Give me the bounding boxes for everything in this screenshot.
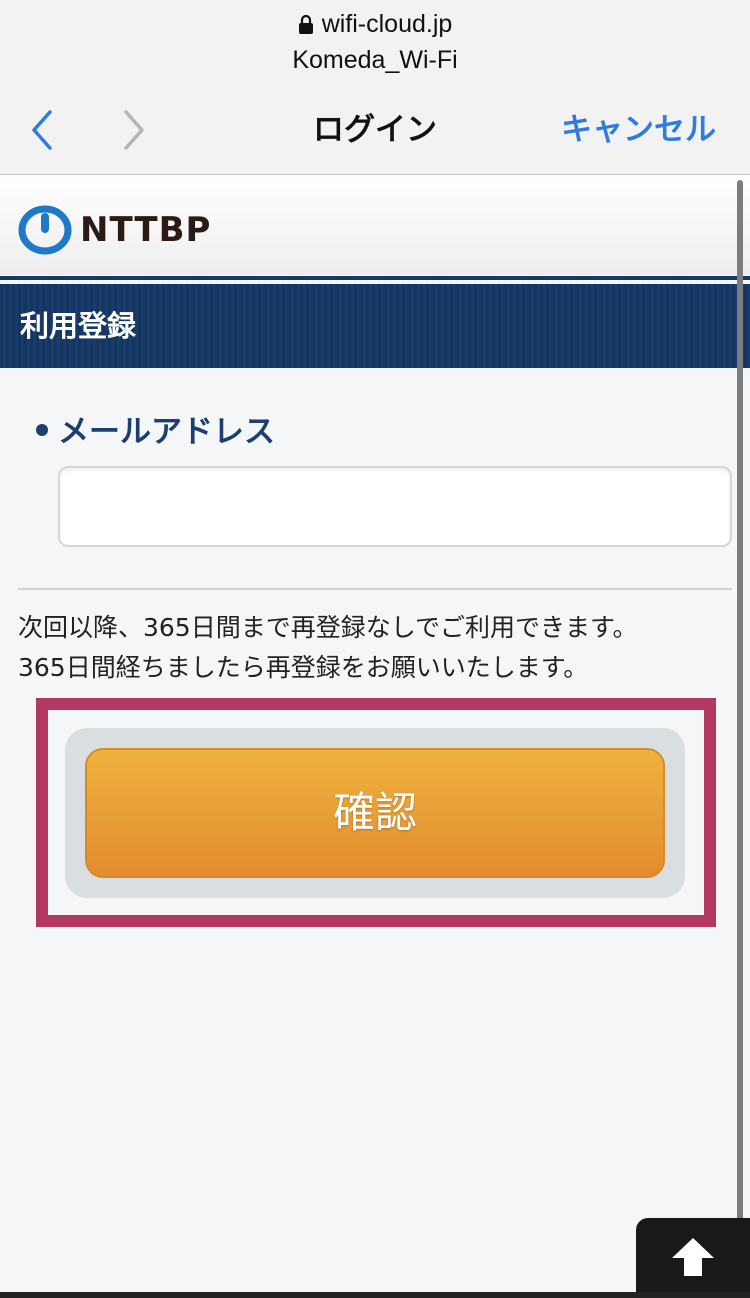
confirm-button[interactable]: 確認	[85, 748, 665, 878]
email-label: メールアドレス	[36, 408, 275, 456]
lock-icon	[298, 14, 313, 34]
ssid-text: Komeda_Wi-Fi	[292, 46, 458, 74]
email-input[interactable]	[58, 466, 732, 547]
header-divider	[0, 276, 750, 280]
section-title: 利用登録	[20, 309, 137, 343]
section-header: 利用登録	[0, 284, 750, 368]
bullet-icon	[36, 424, 48, 436]
logo-header: NTTBP	[0, 175, 750, 275]
browser-header: wifi-cloud.jp Komeda_Wi-Fi ログイン キャンセル	[0, 0, 750, 175]
url-bar[interactable]: wifi-cloud.jp	[0, 6, 750, 42]
scroll-to-top-button[interactable]	[636, 1218, 750, 1298]
cancel-button[interactable]: キャンセル	[561, 104, 716, 156]
email-label-text: メールアドレス	[58, 414, 275, 450]
divider	[18, 588, 732, 590]
arrow-up-icon	[672, 1238, 714, 1276]
notice-line-1: 次回以降、365日間まで再登録なしでご利用できます。	[18, 613, 638, 642]
logo-text: NTTBP	[80, 210, 212, 250]
url-text: wifi-cloud.jp	[321, 10, 453, 38]
nttbp-logo-icon	[18, 205, 72, 255]
scrollbar[interactable]	[737, 180, 743, 1248]
notice-text: 次回以降、365日間まで再登録なしでご利用できます。 365日間経ちましたら再登…	[18, 608, 738, 688]
bottom-edge	[0, 1292, 750, 1298]
notice-line-2: 365日間経ちましたら再登録をお願いいたします。	[18, 653, 589, 682]
